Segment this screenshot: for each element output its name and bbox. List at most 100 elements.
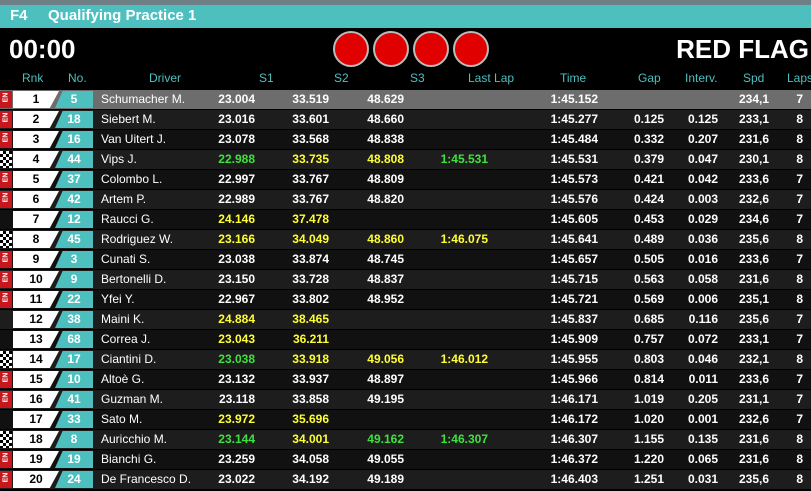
s3-cell: 48.820: [367, 192, 404, 206]
speed-cell: 231,6: [738, 132, 769, 146]
interval-cell: 0.011: [688, 372, 718, 386]
table-row[interactable]: 642 Artem P. 22.989 33.767 48.820 1:45.576 0.4…: [0, 190, 811, 209]
gap-cell: 0.569: [633, 292, 664, 306]
time-cell: 1:45.721: [550, 292, 598, 306]
laps-cell: 7: [796, 212, 803, 226]
laps-cell: 7: [796, 392, 803, 406]
gap-cell: [614, 90, 664, 109]
speed-cell: 232,6: [738, 412, 769, 426]
table-row[interactable]: 2024 De Francesco D. 23.022 34.192 49.189 1:4…: [0, 470, 811, 489]
time-cell: 1:45.715: [550, 272, 598, 286]
s1-cell: 23.038: [218, 352, 255, 366]
table-row[interactable]: 4 44 Vips J. 22.988 33.735 48.808 1:45.531 1:45…: [0, 150, 811, 169]
table-row[interactable]: 537 Colombo L. 22.997 33.767 48.809 1:45.573 0…: [0, 170, 811, 189]
table-row[interactable]: 316 Van Uitert J. 23.078 33.568 48.838 1:45.4…: [0, 130, 811, 149]
table-row[interactable]: 218 Siebert M. 23.016 33.601 48.660 1:45.277 0…: [0, 110, 811, 129]
laps-cell: 7: [796, 332, 803, 346]
interval-cell: 0.207: [687, 132, 718, 146]
speed-cell: 234,1: [738, 92, 769, 106]
speed-cell: 235,6: [738, 472, 769, 486]
speed-cell: 230,1: [738, 152, 769, 166]
checkered-flag-icon: [0, 231, 12, 248]
last-lap-cell: [418, 110, 488, 129]
empty-marker: [0, 211, 12, 228]
table-row[interactable]: 1122 Yfei Y. 22.967 33.802 48.952 1:45.721 0.5…: [0, 290, 811, 309]
car-number-cell: 24: [55, 471, 93, 488]
gap-cell: 0.563: [633, 272, 664, 286]
speed-cell: 231,6: [738, 432, 769, 446]
table-row[interactable]: 12 38 Maini K. 24.884 38.465 1:45.837 0.685 0.1…: [0, 310, 811, 329]
s2-cell: 33.728: [292, 272, 329, 286]
interval-cell: 0.003: [687, 192, 718, 206]
column-header-rnk[interactable]: Rnk: [22, 69, 43, 88]
last-lap-cell: 1:46.012: [440, 352, 488, 366]
s2-cell: 35.696: [292, 412, 329, 426]
s2-cell: 34.001: [292, 432, 329, 446]
s1-cell: 23.144: [218, 432, 255, 446]
laps-cell: 8: [796, 272, 803, 286]
interval-cell: 0.205: [687, 392, 718, 406]
s2-cell: 33.519: [292, 92, 329, 106]
column-header-s3[interactable]: S3: [410, 69, 425, 88]
s3-cell: [344, 210, 404, 229]
s3-cell: [344, 330, 404, 349]
table-row[interactable]: 15 Schumacher M. 23.004 33.519 48.629 1:45.15…: [0, 90, 811, 109]
table-row[interactable]: 1641 Guzman M. 23.118 33.858 49.195 1:46.171 1…: [0, 390, 811, 409]
table-row[interactable]: 1919 Bianchi G. 23.259 34.058 49.055 1:46.372…: [0, 450, 811, 469]
table-row[interactable]: 18 8 Auricchio M. 23.144 34.001 49.162 1:46.30…: [0, 430, 811, 449]
laps-cell: 8: [796, 132, 803, 146]
laps-cell: 8: [796, 452, 803, 466]
column-header-s2[interactable]: S2: [334, 69, 349, 88]
laps-cell: 7: [796, 312, 803, 326]
s1-cell: 23.259: [218, 452, 255, 466]
car-number-cell: 44: [55, 151, 93, 168]
driver-cell: Correa J.: [101, 332, 151, 346]
column-header-driver[interactable]: Driver: [149, 69, 181, 88]
table-row[interactable]: 7 12 Raucci G. 24.146 37.478 1:45.605 0.453 0.0…: [0, 210, 811, 229]
s2-cell: 34.049: [292, 232, 329, 246]
interval-cell: 0.036: [687, 232, 718, 246]
table-row[interactable]: 14 17 Ciantini D. 23.038 33.918 49.056 1:46.01…: [0, 350, 811, 369]
interval-cell: 0.006: [687, 292, 718, 306]
s1-cell: 23.166: [218, 232, 255, 246]
column-header-no[interactable]: No.: [68, 69, 87, 88]
red-flag-marker-icon: [0, 371, 12, 388]
table-row[interactable]: 1510 Altoè G. 23.132 33.937 48.897 1:45.966 0.…: [0, 370, 811, 389]
column-header-gap[interactable]: Gap: [638, 69, 661, 88]
table-row[interactable]: 109 Bertonelli D. 23.150 33.728 48.837 1:45.7…: [0, 270, 811, 289]
last-lap-cell: 1:46.075: [440, 232, 488, 246]
last-lap-cell: [418, 390, 488, 409]
table-row[interactable]: 93 Cunati S. 23.038 33.874 48.745 1:45.657 0.5…: [0, 250, 811, 269]
column-header-interv[interactable]: Interv.: [685, 69, 717, 88]
column-header-s1[interactable]: S1: [259, 69, 274, 88]
interval-cell: 0.042: [687, 172, 718, 186]
column-header-time[interactable]: Time: [560, 69, 586, 88]
car-number-cell: 3: [55, 251, 93, 268]
empty-marker: [0, 331, 12, 348]
red-flag-marker-icon: [0, 471, 12, 488]
interval-cell: 0.065: [687, 452, 718, 466]
laps-cell: 7: [796, 412, 803, 426]
column-header-laps[interactable]: Laps: [787, 69, 811, 88]
last-lap-cell: [418, 330, 488, 349]
s2-cell: 33.937: [292, 372, 329, 386]
rank-cell: 7: [13, 211, 59, 228]
checkered-flag-icon: [0, 151, 12, 168]
car-number-cell: 12: [55, 211, 93, 228]
s3-cell: 49.055: [367, 452, 404, 466]
s2-cell: 37.478: [292, 212, 329, 226]
checkered-flag-icon: [0, 351, 12, 368]
interval-cell: 0.058: [687, 272, 718, 286]
table-row[interactable]: 17 33 Sato M. 23.972 35.696 1:46.172 1.020 0.00…: [0, 410, 811, 429]
column-header-spd[interactable]: Spd: [743, 69, 764, 88]
laps-cell: 7: [796, 172, 803, 186]
column-header-last-lap[interactable]: Last Lap: [468, 69, 514, 88]
s3-cell: 48.809: [367, 172, 404, 186]
s3-cell: 48.860: [367, 232, 404, 246]
last-lap-cell: [418, 270, 488, 289]
time-cell: 1:45.277: [550, 112, 598, 126]
last-lap-cell: [418, 190, 488, 209]
table-row[interactable]: 8 45 Rodriguez W. 23.166 34.049 48.860 1:46.07…: [0, 230, 811, 249]
last-lap-cell: [418, 90, 488, 109]
table-row[interactable]: 13 68 Correa J. 23.043 36.211 1:45.909 0.757 0.…: [0, 330, 811, 349]
